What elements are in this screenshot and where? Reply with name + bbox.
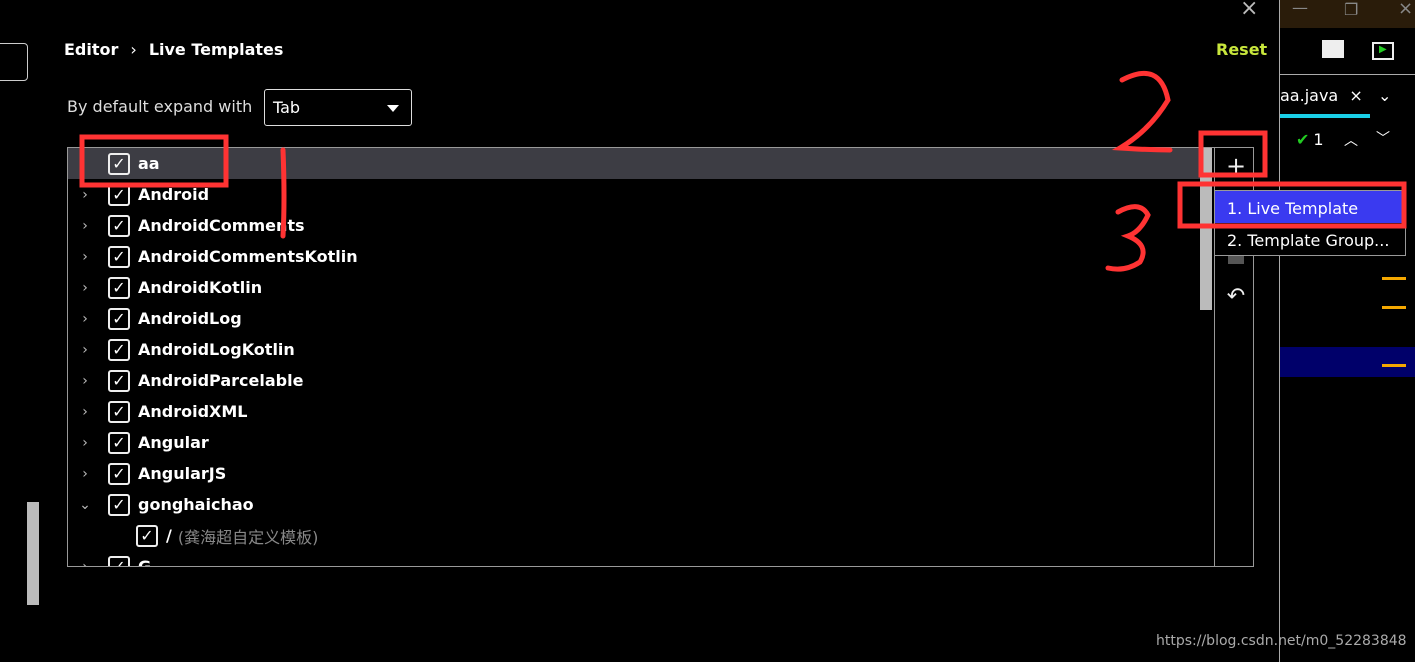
annotation-number-3 [1105,204,1151,272]
annotation-number-2 [1111,70,1173,153]
annotation-number-1 [280,147,287,239]
annotation-layer [79,70,1407,272]
annotation-box-2 [1198,130,1268,178]
annotation-box-3 [1177,181,1407,229]
watermark: https://blog.csdn.net/m0_52283848 [1156,633,1407,649]
annotation-box-1 [79,134,229,188]
